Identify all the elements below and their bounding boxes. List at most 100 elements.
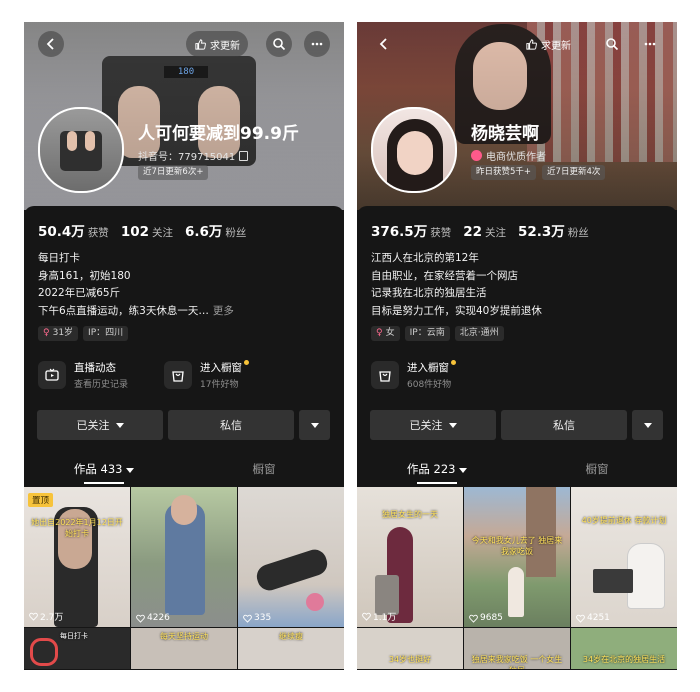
video-thumbnail[interactable]: 今天和我女儿去了 独居来我家吃饭 9685 [464, 487, 570, 627]
creator-badge-icon [471, 150, 482, 161]
more-button[interactable] [637, 31, 663, 57]
video-caption: 独居来我家吃饭 一个女生独居 [471, 655, 563, 669]
video-caption: 继续瘦 [279, 632, 303, 641]
expand-button[interactable] [632, 410, 663, 440]
shop-window-sub: 608件好物 [407, 380, 452, 390]
gender-tag: ♀ 女 [371, 326, 400, 341]
tab-indicator [417, 482, 457, 484]
tab-shop-window[interactable]: 橱窗 [184, 454, 344, 484]
bio-line: 目标是努力工作，实现40岁提前退休 [371, 304, 542, 317]
video-thumbnail[interactable]: 335 [238, 487, 344, 627]
message-button[interactable]: 私信 [168, 410, 294, 440]
bio-more-link[interactable]: 更多 [213, 305, 234, 317]
request-update-button[interactable]: 求更新 [517, 31, 579, 57]
video-likes: 1.1万 [362, 610, 396, 623]
caret-down-icon [448, 422, 457, 428]
profile-panel: 50.4万 获赞 102 关注 6.6万 粉丝 每日打卡 身高161，初始180 20… [24, 206, 344, 670]
fans-stat[interactable]: 52.3万 粉丝 [518, 220, 589, 240]
video-thumbnail[interactable]: 34岁在北京的独居生活 [571, 628, 677, 669]
ip-tag: IP：四川 [83, 326, 129, 341]
bio-line: 记录我在北京的独居生活 [371, 287, 487, 299]
search-button[interactable] [266, 31, 292, 57]
followed-button[interactable]: 已关注 [370, 410, 496, 440]
video-caption: 34岁也挺好 [388, 655, 432, 664]
avatar[interactable] [38, 107, 124, 193]
shopping-bag-icon [172, 371, 184, 382]
tags-row: ♀ 女 IP：云南 北京·通州 [371, 326, 504, 341]
creator-badge-text: 电商优质作者 [486, 152, 546, 163]
back-button[interactable] [371, 31, 397, 57]
caret-down-icon [459, 468, 468, 473]
search-button[interactable] [599, 31, 625, 57]
bio-line-last: 下午6点直播运动，练3天休息一天… 更多 [38, 304, 234, 317]
caret-down-icon [643, 422, 652, 428]
video-thumbnail[interactable]: 4226 [131, 487, 237, 627]
action-buttons: 已关注 私信 [370, 410, 663, 440]
video-thumbnail[interactable]: 独居女生的一天 1.1万 [357, 487, 463, 627]
creator-badge[interactable]: 电商优质作者 [471, 148, 546, 163]
following-stat[interactable]: 22 关注 [463, 221, 506, 240]
heart-icon [576, 614, 585, 623]
video-thumbnail[interactable]: 继续瘦 [238, 628, 344, 669]
shop-window-sub: 17件好物 [200, 380, 239, 390]
action-buttons: 已关注 私信 [37, 410, 330, 440]
bio-line: 江西人在北京的第12年 [371, 252, 479, 264]
video-caption: 每天坚持运动 [160, 632, 208, 641]
fans-stat[interactable]: 6.6万 粉丝 [185, 220, 246, 240]
video-caption: 每日打卡 [60, 632, 88, 640]
request-update-button[interactable]: 求更新 [186, 31, 248, 57]
live-entry-sub: 查看历史记录 [74, 380, 129, 390]
right-profile-screen: 求更新 杨晓芸啊 电商优质作者 昨日获赞5千+ 近7日更新4次 376.5万 获赞… [357, 22, 677, 670]
video-thumbnail[interactable]: 每天坚持运动 [131, 628, 237, 669]
profile-name: 人可何要减到99.9斤 [138, 124, 299, 144]
search-icon [273, 38, 286, 51]
likes-stat[interactable]: 50.4万 获赞 [38, 220, 109, 240]
video-caption: 独居女生的一天 [382, 510, 438, 519]
message-button[interactable]: 私信 [501, 410, 627, 440]
video-thumbnail[interactable]: 独居来我家吃饭 一个女生独居 [464, 628, 570, 669]
copy-icon[interactable] [239, 150, 249, 161]
video-likes: 335 [243, 613, 271, 623]
request-update-label: 求更新 [210, 40, 240, 52]
profile-name: 杨晓芸啊 [471, 124, 539, 144]
video-likes: 4226 [136, 613, 170, 623]
following-stat[interactable]: 102 关注 [121, 221, 173, 240]
tab-shop-window[interactable]: 橱窗 [517, 454, 677, 484]
profile-pills: 昨日获赞5千+ 近7日更新4次 [471, 165, 606, 180]
tab-works[interactable]: 作品 433 [24, 454, 184, 484]
expand-button[interactable] [299, 410, 330, 440]
more-button[interactable] [304, 31, 330, 57]
bio: 每日打卡 身高161，初始180 2022年已减65斤 下午6点直播运动，练3天… [38, 250, 330, 320]
video-thumbnail[interactable]: 每日打卡 [24, 628, 130, 669]
video-caption: 34岁在北京的独居生活 [582, 655, 666, 664]
content-tabs: 作品 223 橱窗 [357, 454, 677, 484]
left-profile-screen: 180 求更新 人可何要减到99.9斤 抖音号：779715041 近7日更新6… [24, 22, 344, 670]
bio-line: 自由职业，在家经营着一个网店 [371, 269, 518, 282]
followed-button[interactable]: 已关注 [37, 410, 163, 440]
video-caption: 她出自2022年1月12日开始打卡 [31, 518, 123, 538]
video-likes: 9685 [469, 613, 503, 623]
back-button[interactable] [38, 31, 64, 57]
heart-icon [362, 612, 371, 621]
tab-works[interactable]: 作品 223 [357, 454, 517, 484]
top-bar: 求更新 [357, 31, 677, 59]
shop-window-entry[interactable]: 进入橱窗 17件好物 [164, 360, 249, 390]
caret-down-icon [310, 422, 319, 428]
heart-icon [243, 614, 252, 623]
search-icon [606, 38, 619, 51]
likes-stat[interactable]: 376.5万 获赞 [371, 220, 451, 240]
video-thumbnail[interactable]: 置顶 她出自2022年1月12日开始打卡 2.7万 [24, 487, 130, 627]
female-icon: ♀ [43, 328, 50, 338]
video-thumbnail[interactable]: 34岁也挺好 [357, 628, 463, 669]
video-thumbnail[interactable]: 40岁提前退休 存款计划 4251 [571, 487, 677, 627]
thumb-icon [195, 38, 206, 50]
live-entry[interactable]: 直播动态 查看历史记录 [38, 360, 128, 390]
caret-down-icon [115, 422, 124, 428]
avatar[interactable] [371, 107, 457, 193]
account-id: 抖音号：779715041 [138, 148, 249, 163]
video-caption: 40岁提前退休 存款计划 [581, 516, 667, 525]
tags-row: ♀ 31岁 IP：四川 [38, 326, 129, 341]
account-id-text: 抖音号：779715041 [138, 152, 236, 163]
shop-window-entry[interactable]: 进入橱窗 608件好物 [371, 360, 456, 390]
video-grid: 置顶 她出自2022年1月12日开始打卡 2.7万 4226 335 每日打卡 … [24, 487, 344, 669]
